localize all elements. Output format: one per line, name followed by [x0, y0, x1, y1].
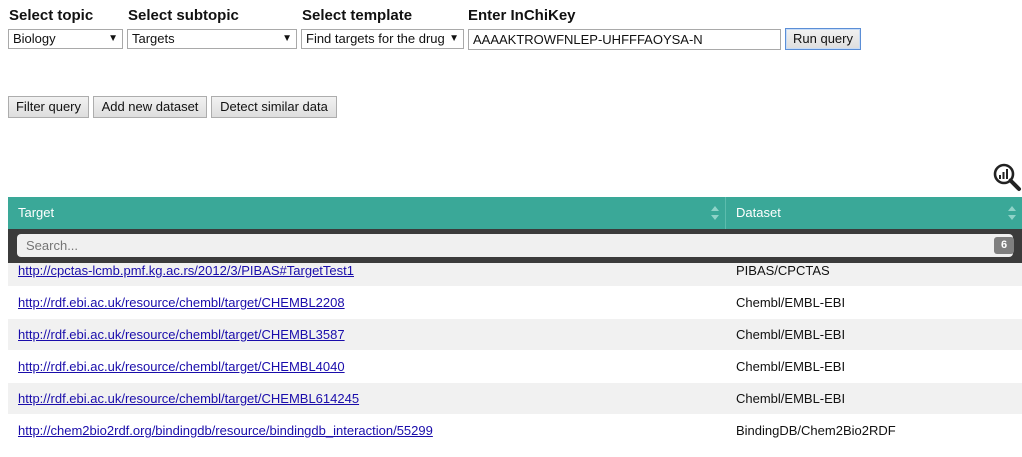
add-dataset-button[interactable]: Add new dataset [93, 96, 207, 118]
template-select-value: Find targets for the drug [306, 31, 445, 46]
dataset-cell: PIBAS/CPCTAS [736, 263, 830, 278]
table-row: http://cpctas-lcmb.pmf.kg.ac.rs/2012/3/P… [8, 263, 1022, 287]
target-link[interactable]: http://rdf.ebi.ac.uk/resource/chembl/tar… [18, 327, 345, 342]
inchikey-label: Enter InChiKey [468, 7, 576, 24]
subtopic-group: Select subtopic [128, 7, 239, 27]
template-select[interactable]: Find targets for the drug ▼ [301, 29, 464, 49]
dataset-cell: Chembl/EMBL-EBI [736, 391, 846, 406]
template-label: Select template [302, 7, 413, 24]
chevron-down-icon: ▼ [449, 33, 459, 44]
result-count-badge: 6 [994, 237, 1014, 254]
chevron-down-icon: ▼ [282, 33, 292, 44]
dataset-cell: Chembl/EMBL-EBI [736, 359, 846, 374]
topic-select[interactable]: Biology ▼ [8, 29, 123, 49]
topic-group: Select topic [9, 7, 93, 27]
inchikey-input[interactable] [468, 29, 781, 50]
dataset-cell: Chembl/EMBL-EBI [736, 295, 846, 310]
target-link[interactable]: http://rdf.ebi.ac.uk/resource/chembl/tar… [18, 295, 345, 310]
table-search-input[interactable] [17, 234, 1013, 257]
table-row: http://rdf.ebi.ac.uk/resource/chembl/tar… [8, 351, 1022, 383]
sort-icon [711, 206, 719, 220]
sort-icon [1008, 206, 1016, 220]
topic-select-value: Biology [13, 31, 56, 46]
subtopic-select-value: Targets [132, 31, 175, 46]
target-link[interactable]: http://rdf.ebi.ac.uk/resource/chembl/tar… [18, 359, 345, 374]
template-group: Select template [302, 7, 412, 27]
subtopic-label: Select subtopic [128, 7, 239, 24]
table-header: Target Dataset [8, 197, 1022, 229]
table-row: http://chem2bio2rdf.org/bindingdb/resour… [8, 415, 1022, 447]
target-link[interactable]: http://chem2bio2rdf.org/bindingdb/resour… [18, 423, 433, 438]
column-header-target-label: Target [18, 205, 55, 220]
dataset-cell: Chembl/EMBL-EBI [736, 327, 846, 342]
topic-label: Select topic [9, 7, 94, 24]
run-query-button[interactable]: Run query [785, 28, 861, 50]
dataset-cell: BindingDB/Chem2Bio2RDF [736, 423, 896, 438]
chevron-down-icon: ▼ [108, 33, 118, 44]
target-link[interactable]: http://rdf.ebi.ac.uk/resource/chembl/tar… [18, 391, 359, 406]
results-table-body: http://cpctas-lcmb.pmf.kg.ac.rs/2012/3/P… [8, 263, 1022, 447]
table-row: http://rdf.ebi.ac.uk/resource/chembl/tar… [8, 319, 1022, 351]
table-search-bar: 6 [8, 229, 1022, 263]
column-header-target[interactable]: Target [8, 197, 726, 229]
zoom-chart-icon[interactable] [992, 162, 1022, 192]
subtopic-select[interactable]: Targets ▼ [127, 29, 297, 49]
filter-query-button[interactable]: Filter query [8, 96, 89, 118]
inchikey-group: Enter InChiKey [468, 7, 576, 27]
table-row: http://rdf.ebi.ac.uk/resource/chembl/tar… [8, 383, 1022, 415]
column-header-dataset-label: Dataset [736, 205, 781, 220]
column-header-dataset[interactable]: Dataset [726, 197, 1022, 229]
target-link[interactable]: http://cpctas-lcmb.pmf.kg.ac.rs/2012/3/P… [18, 263, 354, 278]
table-row: http://rdf.ebi.ac.uk/resource/chembl/tar… [8, 287, 1022, 319]
detect-similar-button[interactable]: Detect similar data [211, 96, 337, 118]
